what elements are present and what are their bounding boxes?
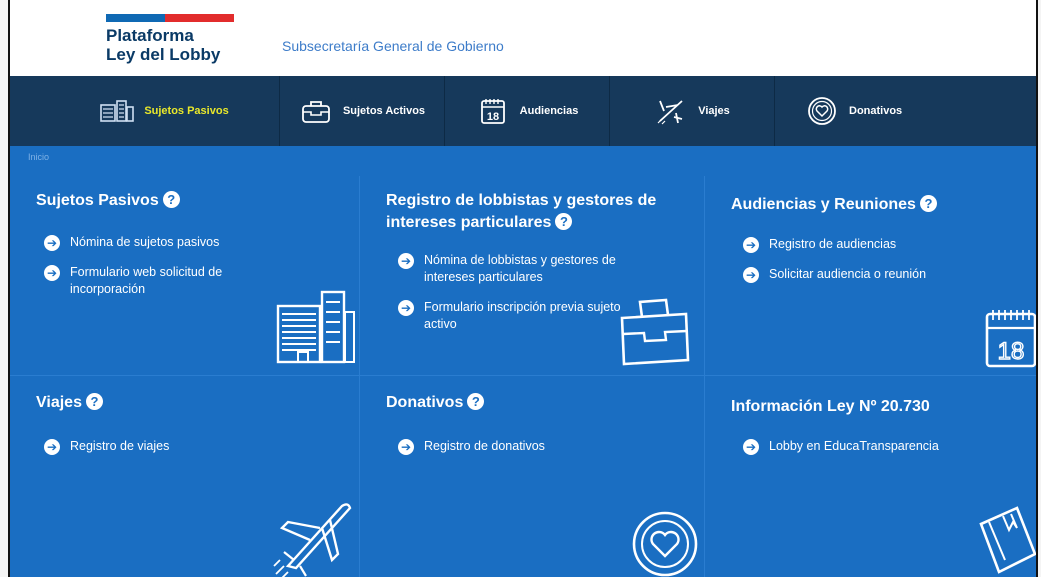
arrow-right-icon: ➔: [398, 300, 414, 316]
link-nomina-sujetos-pasivos[interactable]: Nómina de sujetos pasivos: [70, 234, 219, 251]
card-sujetos-pasivos: Sujetos Pasivos? ➔ Nómina de sujetos pasi…: [10, 176, 360, 376]
list-item[interactable]: ➔ Lobby en EducaTransparencia: [743, 438, 993, 455]
nav-label: Viajes: [698, 105, 730, 117]
nav-label: Donativos: [849, 105, 903, 117]
nav-item-audiencias[interactable]: 18 Audiencias: [445, 76, 610, 146]
link-registro-donativos[interactable]: Registro de donativos: [424, 438, 545, 455]
flag-blue: [106, 14, 165, 22]
heart-icon: [632, 511, 698, 577]
breadcrumb[interactable]: Inicio: [28, 152, 49, 162]
flag-stripe: [106, 14, 234, 22]
help-icon[interactable]: ?: [555, 213, 573, 230]
link-list: ➔ Registro de viajes: [44, 438, 284, 468]
card-title-text: Sujetos Pasivos: [36, 192, 159, 209]
brand-logo[interactable]: Plataforma Ley del Lobby: [106, 26, 220, 64]
arrow-right-icon: ➔: [743, 237, 759, 253]
card-title-text: Información Ley Nº 20.730: [731, 398, 930, 415]
nav-item-sujetos-activos[interactable]: Sujetos Activos: [280, 76, 445, 146]
card-title-line-2: intereses particulares: [386, 214, 552, 231]
list-item[interactable]: ➔ Registro de audiencias: [743, 236, 983, 253]
flag-red: [164, 14, 234, 22]
help-icon[interactable]: ?: [85, 393, 103, 410]
card-title-line-1: Registro de lobbistas y gestores de: [386, 192, 657, 209]
svg-text:18: 18: [487, 111, 499, 123]
main-nav: Sujetos Pasivos Sujetos Activos 18 Audie…: [10, 76, 1036, 146]
buildings-icon: [100, 96, 135, 126]
card-informacion-ley: Información Ley Nº 20.730 ➔ Lobby en Educ…: [705, 376, 1036, 577]
briefcase-icon: [620, 298, 690, 366]
link-solicitar-audiencia[interactable]: Solicitar audiencia o reunión: [769, 266, 926, 283]
link-list: ➔ Nómina de lobbistas y gestores de inter…: [398, 252, 638, 346]
nav-item-sujetos-pasivos[interactable]: Sujetos Pasivos: [10, 76, 280, 146]
airplane-icon: [654, 96, 688, 126]
site-header: Plataforma Ley del Lobby Subsecretaría G…: [10, 0, 1036, 76]
arrow-right-icon: ➔: [398, 439, 414, 455]
heart-icon: [805, 96, 839, 126]
help-icon[interactable]: ?: [162, 191, 180, 208]
arrow-right-icon: ➔: [44, 439, 60, 455]
link-list: ➔ Registro de audiencias ➔ Solicitar audie…: [743, 236, 983, 296]
card-donativos: Donativos? ➔ Registro de donativos: [360, 376, 705, 577]
calendar-icon: 18: [985, 310, 1036, 368]
brand-line-2: Ley del Lobby: [106, 45, 221, 64]
link-formulario-incorporacion[interactable]: Formulario web solicitud de incorporació…: [70, 264, 284, 298]
arrow-right-icon: ➔: [398, 253, 414, 269]
buildings-icon: [276, 290, 355, 364]
card-registro-lobbistas: Registro de lobbistas y gestores de inte…: [360, 176, 705, 376]
page-frame: Plataforma Ley del Lobby Subsecretaría G…: [8, 0, 1038, 577]
brand-line-1: Plataforma: [106, 26, 194, 45]
nav-label: Sujetos Pasivos: [144, 105, 229, 117]
calendar-day-text: 18: [998, 338, 1025, 365]
link-list: ➔ Lobby en EducaTransparencia: [743, 438, 993, 468]
card-viajes: Viajes? ➔ Registro de viajes: [10, 376, 360, 577]
link-registro-audiencias[interactable]: Registro de audiencias: [769, 236, 896, 253]
arrow-right-icon: ➔: [743, 439, 759, 455]
card-title: Registro de lobbistas y gestores de inte…: [386, 190, 656, 234]
card-title-text: Viajes: [36, 394, 82, 411]
list-item[interactable]: ➔ Nómina de sujetos pasivos: [44, 234, 284, 251]
calendar-icon: 18: [476, 96, 510, 126]
list-item[interactable]: ➔ Solicitar audiencia o reunión: [743, 266, 983, 283]
nav-item-donativos[interactable]: Donativos: [775, 76, 1036, 146]
arrow-right-icon: ➔: [743, 267, 759, 283]
link-list: ➔ Registro de donativos: [398, 438, 638, 468]
nav-label: Audiencias: [519, 105, 579, 117]
card-title-text: Audiencias y Reuniones: [731, 196, 916, 213]
card-title: Audiencias y Reuniones?: [731, 194, 937, 216]
list-item[interactable]: ➔ Nómina de lobbistas y gestores de inter…: [398, 252, 638, 286]
arrow-right-icon: ➔: [44, 265, 60, 281]
help-icon[interactable]: ?: [467, 393, 485, 410]
card-title: Donativos?: [386, 392, 485, 414]
list-item[interactable]: ➔ Registro de donativos: [398, 438, 638, 455]
header-subtitle: Subsecretaría General de Gobierno: [282, 38, 504, 54]
main-content: Inicio Sujetos Pasivos? ➔ Nómina de sujet…: [10, 146, 1036, 577]
arrow-right-icon: ➔: [44, 235, 60, 251]
link-formulario-inscripcion[interactable]: Formulario inscripción previa sujeto act…: [424, 299, 638, 333]
link-registro-viajes[interactable]: Registro de viajes: [70, 438, 169, 455]
book-icon: [979, 506, 1036, 574]
briefcase-icon: [299, 96, 333, 126]
card-title-text: Donativos: [386, 394, 464, 411]
link-nomina-lobbistas[interactable]: Nómina de lobbistas y gestores de intere…: [424, 252, 638, 286]
link-educatransparencia[interactable]: Lobby en EducaTransparencia: [769, 438, 939, 455]
nav-item-viajes[interactable]: Viajes: [610, 76, 775, 146]
list-item[interactable]: ➔ Registro de viajes: [44, 438, 284, 455]
card-audiencias: Audiencias y Reuniones? ➔ Registro de aud…: [705, 176, 1036, 376]
nav-label: Sujetos Activos: [342, 105, 426, 117]
card-title: Información Ley Nº 20.730: [731, 396, 930, 418]
card-title: Sujetos Pasivos?: [36, 190, 180, 212]
help-icon[interactable]: ?: [919, 195, 937, 212]
card-title: Viajes?: [36, 392, 103, 414]
link-list: ➔ Nómina de sujetos pasivos ➔ Formulario w…: [44, 234, 284, 311]
list-item[interactable]: ➔ Formulario web solicitud de incorporaci…: [44, 264, 284, 298]
list-item[interactable]: ➔ Formulario inscripción previa sujeto ac…: [398, 299, 638, 333]
airplane-icon: [273, 503, 352, 577]
